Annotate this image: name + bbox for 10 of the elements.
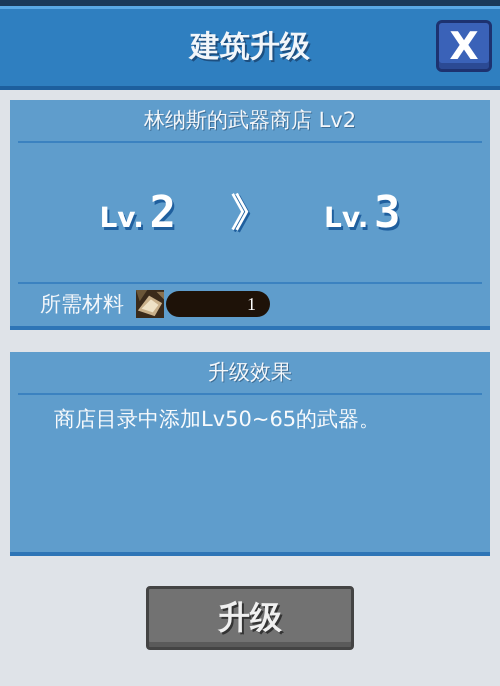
close-button[interactable]: X (436, 20, 492, 72)
arrow-glyph: 》 (230, 189, 270, 238)
effect-description: 商店目录中添加Lv50~65的武器。 (53, 406, 382, 433)
materials-label: 所需材料 (40, 291, 124, 318)
next-level: Lv.3 (324, 187, 401, 238)
item-count: 1 (166, 291, 270, 317)
current-level: Lv.2 (99, 187, 176, 238)
effect-title: 升级效果 (18, 352, 482, 395)
window-title: 建筑升级 (190, 28, 310, 66)
building-name: 林纳斯的武器商店 Lv2 (18, 100, 482, 143)
